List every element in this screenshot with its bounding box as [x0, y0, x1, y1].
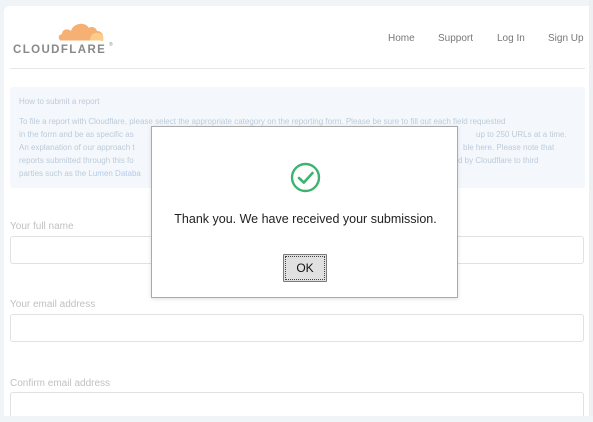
confirmation-dialog: Thank you. We have received your submiss…	[151, 126, 458, 298]
dialog-message: Thank you. We have received your submiss…	[174, 212, 437, 226]
ok-button[interactable]: OK	[283, 254, 327, 282]
check-circle-icon	[290, 162, 321, 193]
